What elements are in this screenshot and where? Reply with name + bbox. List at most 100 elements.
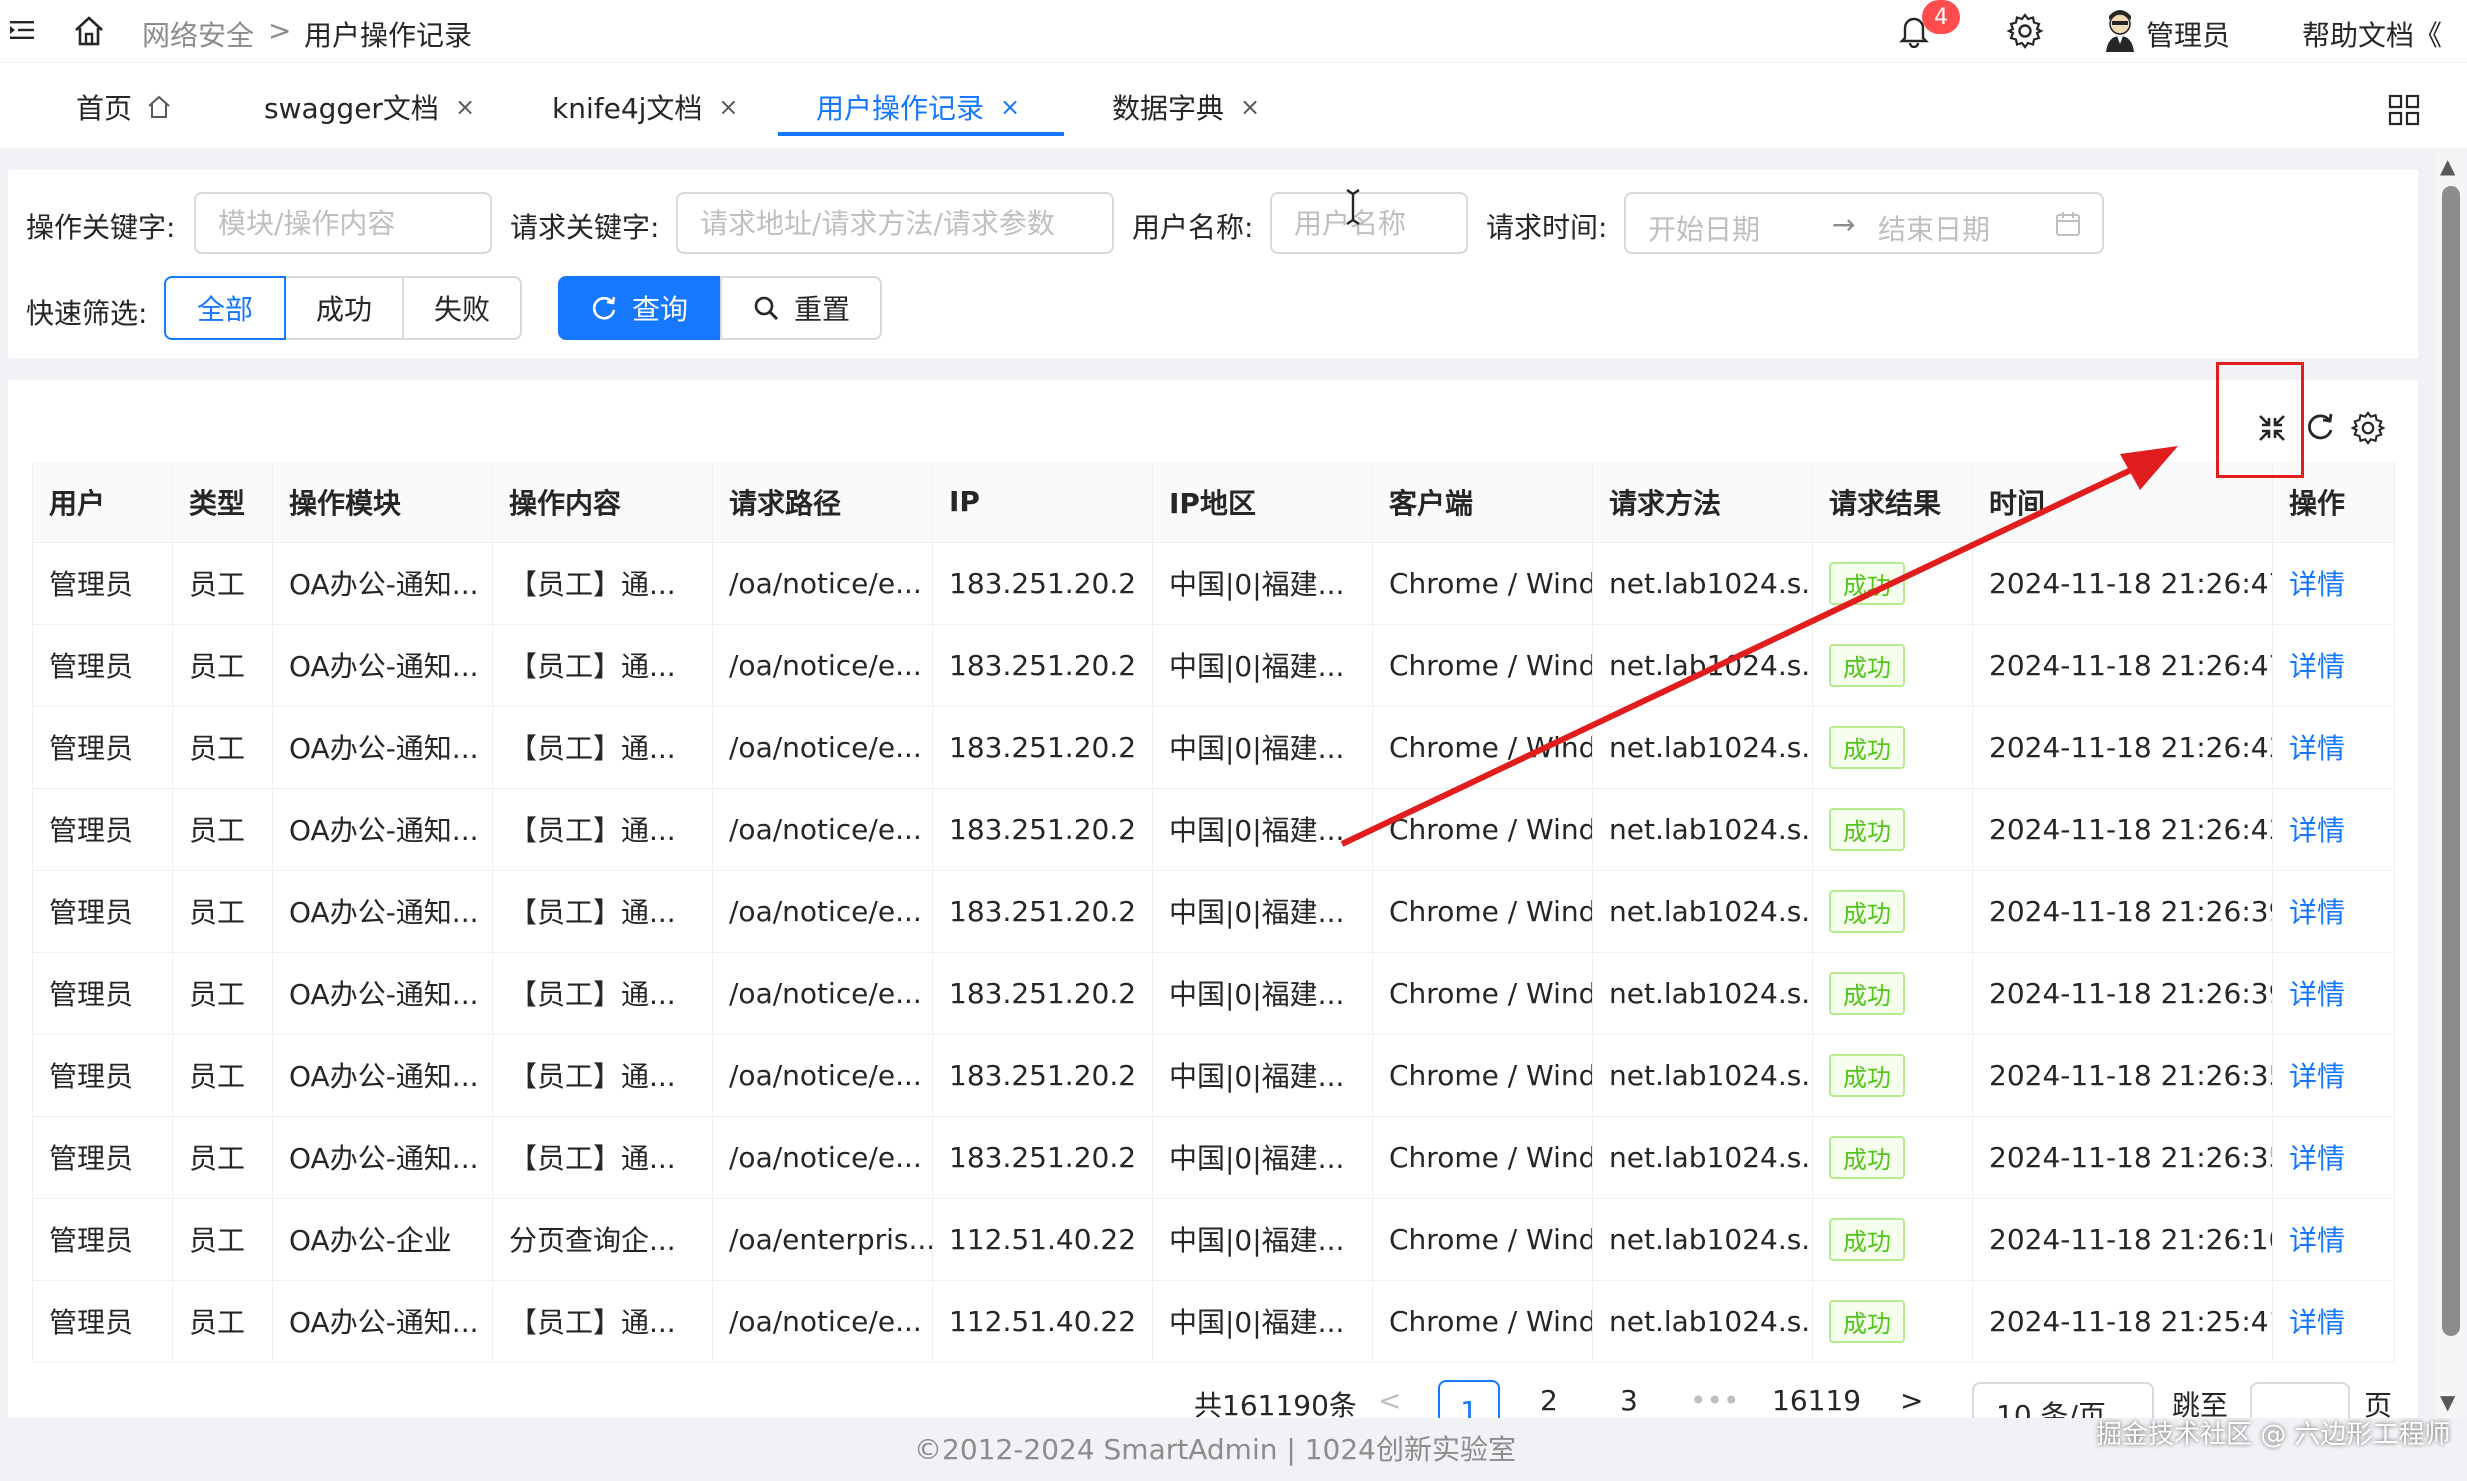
table-cell: 管理员 [32,1280,173,1363]
table-cell: 183.251.20.2 [932,542,1153,625]
detail-link[interactable]: 详情 [2289,1060,2345,1093]
table-cell: net.lab1024.s... [1592,624,1813,707]
table-cell: /oa/notice/e... [712,624,933,707]
username-input[interactable] [1270,192,1468,254]
page-ellipsis[interactable]: ••• [1690,1384,1740,1417]
close-icon[interactable]: × [455,93,475,121]
tab-bar: 首页 swagger文档 × knife4j文档 × 用户操作记录 × 数据字典… [0,62,2467,148]
reset-button-label: 重置 [793,293,850,326]
table-cell: 成功 [1812,1280,1973,1363]
refresh-icon[interactable] [2302,410,2338,446]
start-date-placeholder[interactable]: 开始日期 [1648,208,1760,248]
tab-knife4j[interactable]: knife4j文档 × [552,81,739,133]
footer: ©2012-2024 SmartAdmin | 1024创新实验室 [0,1418,2430,1481]
tab-swagger[interactable]: swagger文档 × [264,81,475,133]
tab-label: 首页 [76,92,133,125]
keyword-input[interactable] [194,192,492,254]
table-cell: OA办公-通知... [272,624,493,707]
tab-label: swagger文档 [264,92,439,125]
table-row: 管理员 员工 OA办公-企业 分页查询企.../oa/enterpris... 112.… [32,1198,2395,1281]
table-cell: 管理员 [32,542,173,625]
username-label: 用户名称: [1132,211,1254,244]
scrollbar-thumb[interactable] [2442,186,2460,1336]
detail-link[interactable]: 详情 [2289,1142,2345,1175]
settings-gear-icon[interactable] [2006,12,2044,50]
filter-success-button[interactable]: 成功 [284,276,404,340]
user-name[interactable]: 管理员 [2146,14,2230,54]
table-cell: 详情 [2272,952,2395,1035]
table-cell: net.lab1024.s... [1592,952,1813,1035]
date-range-picker[interactable]: 开始日期 → 结束日期 [1624,192,2104,254]
detail-link[interactable]: 详情 [2289,814,2345,847]
scroll-up-arrow-icon[interactable]: ▲ [2440,154,2455,178]
search-button[interactable]: 查询 [558,276,720,340]
status-badge: 成功 [1829,1135,1905,1179]
table-cell: net.lab1024.s... [1592,706,1813,789]
table-cell: Chrome / Windc [1372,870,1593,953]
next-page-button[interactable]: > [1900,1384,1923,1417]
table-row: 管理员 员工 OA办公-通知... 【员工】通.../oa/notice/e... 11… [32,1280,2395,1363]
status-badge: 成功 [1829,1217,1905,1261]
home-icon[interactable] [72,14,106,48]
detail-link[interactable]: 详情 [2289,568,2345,601]
table-cell: /oa/notice/e... [712,1116,933,1199]
table-cell: 员工 [172,1034,273,1117]
last-page-button[interactable]: 16119 [1772,1384,1861,1417]
detail-link[interactable]: 详情 [2289,650,2345,683]
table-cell: 2024-11-18 21:26:43 [1972,788,2273,871]
table-cell: 中国|0|福建... [1152,706,1373,789]
detail-link[interactable]: 详情 [2289,896,2345,929]
table-cell: /oa/notice/e... [712,1034,933,1117]
detail-link[interactable]: 详情 [2289,732,2345,765]
tab-data-dictionary[interactable]: 数据字典 × [1112,81,1260,133]
scroll-down-arrow-icon[interactable]: ▼ [2440,1390,2455,1414]
page-2-button[interactable]: 2 [1540,1384,1558,1417]
table-cell: /oa/notice/e... [712,788,933,871]
detail-link[interactable]: 详情 [2289,978,2345,1011]
range-arrow: → [1832,208,1856,241]
breadcrumb-current: 用户操作记录 [304,19,473,52]
reset-button[interactable]: 重置 [720,276,882,340]
table-cell: 员工 [172,624,273,707]
table-cell: 成功 [1812,542,1973,625]
table-cell: 员工 [172,1116,273,1199]
column-header: 请求方法 [1592,462,1813,543]
detail-link[interactable]: 详情 [2289,1306,2345,1339]
end-date-placeholder[interactable]: 结束日期 [1878,208,1990,248]
help-docs-link[interactable]: 帮助文档《 [2302,14,2442,54]
table-cell: 员工 [172,1198,273,1281]
detail-link[interactable]: 详情 [2289,1224,2345,1257]
close-icon[interactable]: × [718,93,738,121]
table-cell: 员工 [172,870,273,953]
tab-label: knife4j文档 [552,92,703,125]
app-grid-icon[interactable] [2388,94,2420,126]
table-row: 管理员 员工 OA办公-通知... 【员工】通.../oa/notice/e... 18… [32,542,2395,625]
table-cell: Chrome / Windc [1372,1116,1593,1199]
table-cell: 管理员 [32,1198,173,1281]
menu-unfold-icon[interactable] [8,16,36,44]
user-avatar[interactable] [2100,8,2140,52]
filter-all-button[interactable]: 全部 [164,276,286,340]
breadcrumb-parent[interactable]: 网络安全 [142,14,254,54]
column-settings-icon[interactable] [2350,410,2386,446]
page-3-button[interactable]: 3 [1620,1384,1638,1417]
table-cell: 成功 [1812,952,1973,1035]
tab-home[interactable]: 首页 [76,81,172,133]
column-header: IP地区 [1152,462,1373,543]
table-cell: net.lab1024.s... [1592,542,1813,625]
close-icon[interactable]: × [1240,93,1260,121]
column-header: 操作模块 [272,462,493,543]
table-cell: 管理员 [32,952,173,1035]
table-cell: 2024-11-18 21:26:43 [1972,706,2273,789]
source-watermark: 掘金技术社区 @ 六边形工程师 [2096,1420,2451,1450]
filter-fail-button[interactable]: 失败 [402,276,522,340]
close-icon[interactable]: × [1000,93,1020,121]
prev-page-button[interactable]: < [1378,1384,1401,1417]
table-cell: Chrome / Windc [1372,788,1593,871]
tab-user-operation-log[interactable]: 用户操作记录 × [816,81,1020,133]
table-cell: 中国|0|福建... [1152,624,1373,707]
table-cell: OA办公-企业 [272,1198,493,1281]
request-keyword-input[interactable] [676,192,1114,254]
table-cell: 中国|0|福建... [1152,1280,1373,1363]
table-header-row: 用户 类型 操作模块 操作内容 请求路径 IP IP地区 客户端 请求方法 请求… [32,462,2395,543]
